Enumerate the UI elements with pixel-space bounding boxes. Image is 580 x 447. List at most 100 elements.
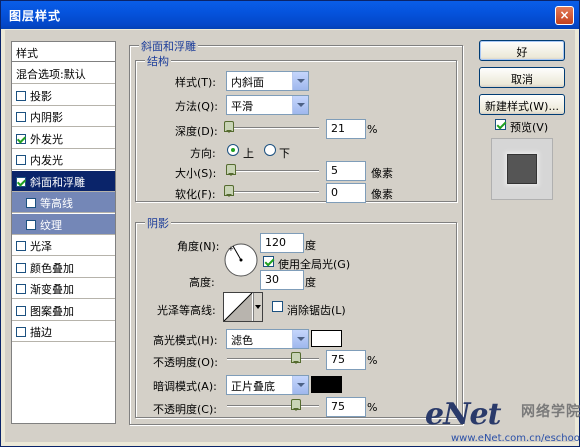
style-item-label: 内发光 <box>30 154 63 167</box>
style-item-checkbox[interactable] <box>26 219 36 230</box>
style-item-checkbox[interactable] <box>16 262 26 273</box>
soften-slider-track[interactable] <box>227 191 319 193</box>
altitude-input[interactable]: 30 <box>260 270 304 290</box>
shadow-mode-label: 暗调模式(A): <box>153 380 217 393</box>
style-item[interactable]: 纹理 <box>12 213 115 235</box>
size-label: 大小(S): <box>175 167 217 180</box>
style-item-checkbox[interactable] <box>16 305 26 316</box>
chevron-down-icon <box>292 330 308 348</box>
size-slider-thumb[interactable] <box>226 164 236 176</box>
style-item-checkbox[interactable] <box>26 198 36 208</box>
shadow-opacity-unit: % <box>367 401 378 414</box>
style-item-checkbox[interactable] <box>16 133 26 144</box>
highlight-mode-label: 高光模式(H): <box>153 334 218 347</box>
style-item-checkbox[interactable] <box>16 176 26 187</box>
style-item-checkbox[interactable] <box>16 284 26 294</box>
style-label: 样式(T): <box>175 76 217 89</box>
size-slider-track[interactable] <box>227 170 319 172</box>
preview-label[interactable]: 预览(V) <box>510 119 548 135</box>
highlight-mode-select[interactable]: 滤色 <box>226 329 309 349</box>
altitude-label: 高度: <box>189 276 215 289</box>
style-item-label: 混合选项:默认 <box>16 68 86 81</box>
size-input[interactable]: 5 <box>326 161 366 181</box>
shadow-opacity-input[interactable]: 75 <box>326 397 366 417</box>
technique-label: 方法(Q): <box>175 100 218 113</box>
angle-unit: 度 <box>305 239 316 252</box>
close-button[interactable]: × <box>555 6 574 25</box>
style-item-checkbox[interactable] <box>16 241 26 251</box>
highlight-opacity-thumb[interactable] <box>291 352 301 364</box>
style-item[interactable]: 颜色叠加 <box>12 256 115 278</box>
style-item[interactable]: 光泽 <box>12 235 115 256</box>
style-item[interactable]: 混合选项:默认 <box>12 63 115 84</box>
anti-aliased-checkbox[interactable] <box>272 301 283 312</box>
style-item[interactable]: 图案叠加 <box>12 299 115 321</box>
angle-dial-icon: + <box>224 243 258 277</box>
depth-input[interactable]: 21 <box>326 119 366 139</box>
size-unit: 像素 <box>371 167 393 180</box>
direction-down-label[interactable]: 下 <box>279 145 290 161</box>
style-item[interactable]: 描边 <box>12 321 115 342</box>
global-light-checkbox[interactable] <box>263 256 274 267</box>
style-item[interactable]: 内发光 <box>12 149 115 170</box>
direction-up-label[interactable]: 上 <box>243 145 254 161</box>
altitude-unit: 度 <box>305 276 316 289</box>
chevron-down-icon <box>255 305 261 309</box>
style-item-label: 等高线 <box>40 197 73 210</box>
cancel-button[interactable]: 取消 <box>479 67 565 88</box>
style-item[interactable]: 内阴影 <box>12 106 115 127</box>
new-style-button[interactable]: 新建样式(W)... <box>479 94 565 115</box>
direction-up-radio[interactable] <box>227 144 239 156</box>
preview-square <box>507 154 537 184</box>
style-item-checkbox[interactable] <box>16 327 26 337</box>
depth-slider-thumb[interactable] <box>224 121 234 133</box>
styles-list: 样式 混合选项:默认投影 内阴影 外发光内发光斜面和浮雕等高线纹理光泽颜色叠加渐变叠… <box>11 41 116 424</box>
style-item-checkbox[interactable] <box>16 112 26 122</box>
style-item-label: 颜色叠加 <box>30 261 74 275</box>
highlight-opacity-input[interactable]: 75 <box>326 350 366 370</box>
shadow-color-swatch[interactable] <box>311 376 342 393</box>
style-item[interactable]: 外发光 <box>12 127 115 149</box>
soften-input[interactable]: 0 <box>326 183 366 203</box>
styles-list-header[interactable]: 样式 <box>12 42 115 62</box>
style-item-label: 纹理 <box>40 218 62 232</box>
contour-icon <box>224 293 253 321</box>
angle-input[interactable]: 120 <box>260 233 304 253</box>
soften-slider-thumb[interactable] <box>224 185 234 197</box>
depth-label: 深度(D): <box>175 125 218 138</box>
shadow-mode-select[interactable]: 正片叠底 <box>226 375 309 395</box>
shadow-opacity-label: 不透明度(C): <box>153 403 217 416</box>
chevron-down-icon <box>292 376 308 394</box>
gloss-contour-picker[interactable] <box>223 292 263 322</box>
style-preview-thumbnail <box>491 138 553 200</box>
depth-slider-track[interactable] <box>227 127 319 129</box>
ok-button[interactable]: 好 <box>479 40 565 61</box>
watermark-brand: eNet <box>425 397 501 432</box>
style-item[interactable]: 渐变叠加 <box>12 278 115 299</box>
soften-label: 软化(F): <box>175 188 216 201</box>
style-item[interactable]: 等高线 <box>12 192 115 213</box>
svg-text:+: + <box>228 245 234 253</box>
style-item-label: 图案叠加 <box>30 304 74 318</box>
angle-dial[interactable]: + <box>223 242 259 278</box>
direction-down-radio[interactable] <box>264 144 276 156</box>
bevel-style-select[interactable]: 内斜面 <box>226 71 309 91</box>
direction-label: 方向: <box>190 147 216 160</box>
style-item-checkbox[interactable] <box>16 90 26 101</box>
shadow-opacity-track[interactable] <box>227 405 319 407</box>
contour-dropdown-arrow[interactable] <box>253 293 262 321</box>
style-item-checkbox[interactable] <box>16 155 26 165</box>
title-bar[interactable]: 图层样式 × <box>1 1 579 29</box>
style-item-label: 渐变叠加 <box>30 283 74 296</box>
style-item[interactable]: 投影 <box>12 84 115 106</box>
chevron-down-icon <box>292 96 308 114</box>
enet-watermark: eNet 网络学院 www.eNet.com.cn/eschool <box>421 397 580 447</box>
anti-aliased-label[interactable]: 消除锯齿(L) <box>287 302 346 318</box>
highlight-color-swatch[interactable] <box>311 330 342 347</box>
preview-checkbox[interactable] <box>495 119 506 130</box>
shadow-opacity-thumb[interactable] <box>291 399 301 411</box>
style-item[interactable]: 斜面和浮雕 <box>12 170 115 192</box>
highlight-opacity-track[interactable] <box>227 358 319 360</box>
soften-unit: 像素 <box>371 188 393 201</box>
technique-select[interactable]: 平滑 <box>226 95 309 115</box>
